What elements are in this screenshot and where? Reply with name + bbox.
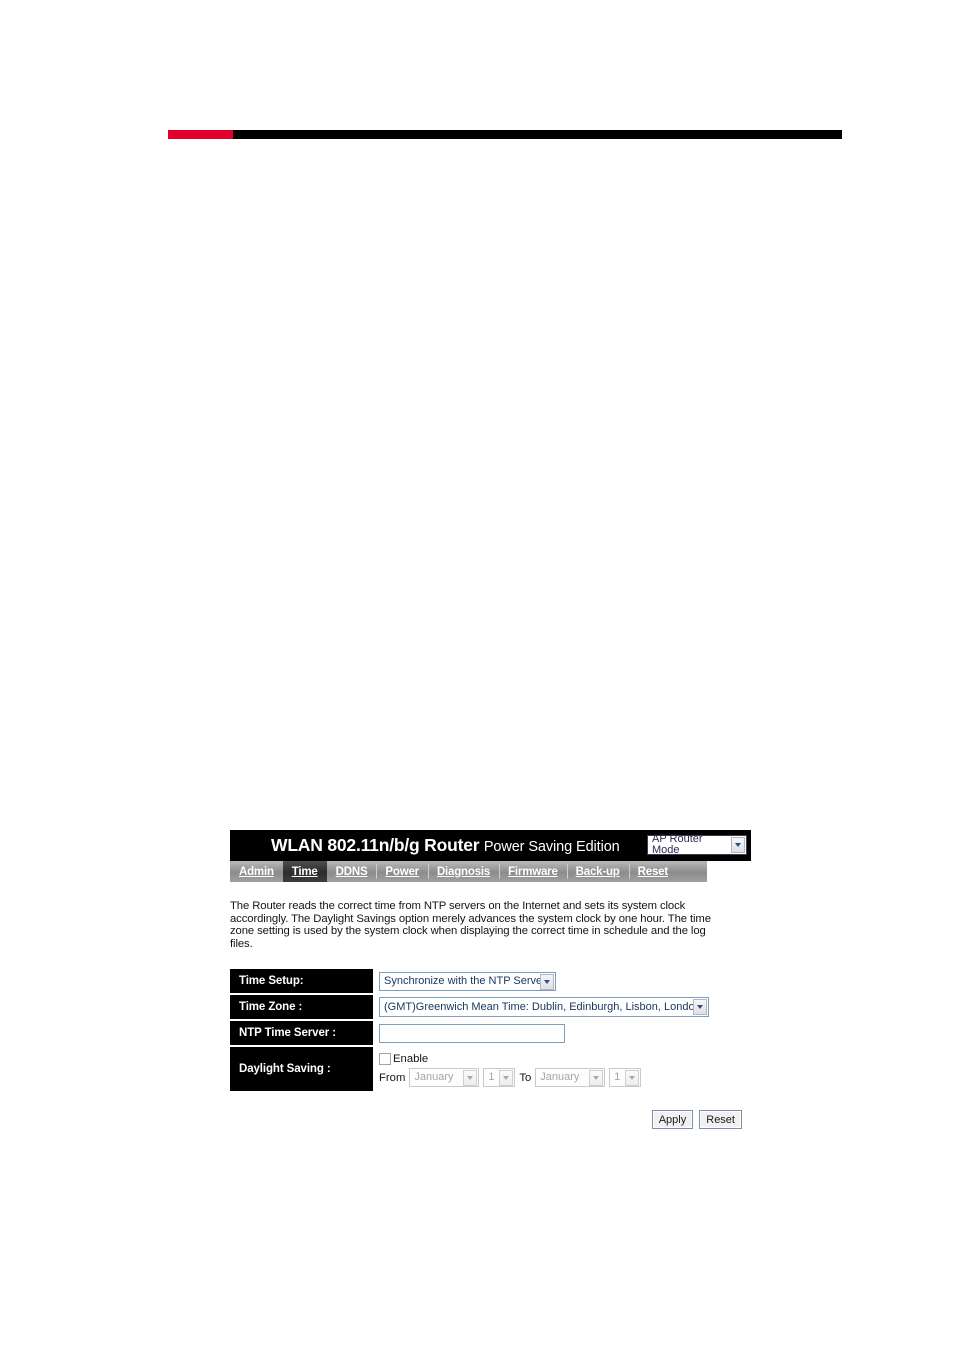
operation-mode-selected-label: AP Router Mode — [652, 833, 703, 856]
daylight-saving-controls: Enable From January 1 To January 1 — [379, 1051, 751, 1088]
ntp-time-server-label: NTP Time Server : — [230, 1020, 373, 1048]
tab-power[interactable]: Power — [376, 861, 428, 882]
form-row-daylight-saving: Daylight Saving : Enable From January 1 … — [230, 1046, 751, 1094]
operation-mode-select[interactable]: AP Router Mode — [647, 833, 747, 856]
daylight-saving-enable-checkbox[interactable] — [379, 1053, 391, 1066]
chevron-down-icon — [463, 1069, 478, 1086]
form-row-time-zone: Time Zone : (GMT)Greenwich Mean Time: Du… — [230, 994, 751, 1022]
router-brand: WLAN 802.11n/b/g Router Power Saving Edi… — [271, 835, 620, 856]
daylight-saving-to-word: To — [519, 1071, 532, 1084]
time-setup-label: Time Setup: — [230, 969, 373, 996]
tab-time[interactable]: Time — [282, 861, 327, 882]
tab-firmware[interactable]: Firmware — [499, 861, 567, 882]
daylight-saving-from-month-value: January — [414, 1072, 454, 1084]
time-zone-selected-value: (GMT)Greenwich Mean Time: Dublin, Edinbu… — [384, 1001, 693, 1013]
daylight-saving-to-day-select[interactable]: 1 — [609, 1068, 642, 1088]
chevron-down-icon — [589, 1069, 604, 1086]
tab-backup[interactable]: Back-up — [566, 861, 629, 882]
router-brand-edition: Power Saving Edition — [483, 839, 620, 855]
time-settings-description: The Router reads the correct time from N… — [230, 900, 711, 950]
daylight-saving-to-month-value: January — [540, 1072, 580, 1084]
tab-admin[interactable]: Admin — [230, 861, 283, 882]
apply-button[interactable]: Apply — [651, 1110, 694, 1130]
router-admin-panel: WLAN 802.11n/b/g Router Power Saving Edi… — [230, 830, 751, 1130]
daylight-saving-range-row: From January 1 To January 1 — [379, 1068, 751, 1088]
daylight-saving-to-month-select[interactable]: January — [535, 1068, 606, 1088]
page-rule-red-segment — [168, 130, 233, 139]
time-zone-field: (GMT)Greenwich Mean Time: Dublin, Edinbu… — [373, 994, 751, 1020]
reset-button[interactable]: Reset — [699, 1110, 742, 1130]
tab-ddns[interactable]: DDNS — [327, 861, 377, 882]
daylight-saving-label: Daylight Saving : — [230, 1046, 373, 1094]
chevron-down-icon — [499, 1069, 514, 1086]
form-button-row: Apply Reset — [230, 1110, 751, 1130]
time-zone-label: Time Zone : — [230, 994, 373, 1022]
chevron-down-icon — [625, 1069, 640, 1086]
ntp-time-server-field — [373, 1020, 751, 1046]
time-settings-form: Time Setup: Synchronize with the NTP Ser… — [230, 969, 751, 1094]
daylight-saving-field: Enable From January 1 To January 1 — [373, 1046, 751, 1092]
page-header-rule — [168, 130, 842, 139]
daylight-saving-from-word: From — [379, 1071, 406, 1084]
tab-reset[interactable]: Reset — [628, 861, 677, 882]
chevron-down-icon — [731, 837, 745, 853]
page-rule-black-segment — [233, 130, 842, 139]
router-header-bar: WLAN 802.11n/b/g Router Power Saving Edi… — [230, 830, 751, 861]
form-row-ntp-time-server: NTP Time Server : — [230, 1020, 751, 1048]
time-setup-select[interactable]: Synchronize with the NTP Server — [379, 972, 556, 992]
chevron-down-icon — [693, 999, 707, 1016]
form-row-time-setup: Time Setup: Synchronize with the NTP Ser… — [230, 969, 751, 996]
time-setup-selected-value: Synchronize with the NTP Server — [384, 976, 540, 988]
router-tab-strip: Admin Time DDNS Power Diagnosis Firmware… — [230, 861, 707, 882]
router-panel-body: The Router reads the correct time from N… — [230, 900, 751, 1130]
daylight-saving-to-day-value: 1 — [614, 1072, 621, 1084]
daylight-saving-enable-row: Enable — [379, 1053, 751, 1066]
time-zone-select[interactable]: (GMT)Greenwich Mean Time: Dublin, Edinbu… — [379, 997, 709, 1018]
daylight-saving-from-day-select[interactable]: 1 — [483, 1068, 516, 1088]
daylight-saving-from-day-value: 1 — [488, 1072, 495, 1084]
router-brand-model: WLAN 802.11n/b/g Router — [271, 835, 480, 855]
chevron-down-icon — [540, 973, 554, 990]
time-setup-field: Synchronize with the NTP Server — [373, 969, 751, 994]
tab-diagnosis[interactable]: Diagnosis — [427, 861, 499, 882]
ntp-time-server-input[interactable] — [379, 1023, 565, 1043]
daylight-saving-from-month-select[interactable]: January — [409, 1068, 480, 1088]
daylight-saving-enable-label: Enable — [393, 1053, 429, 1066]
